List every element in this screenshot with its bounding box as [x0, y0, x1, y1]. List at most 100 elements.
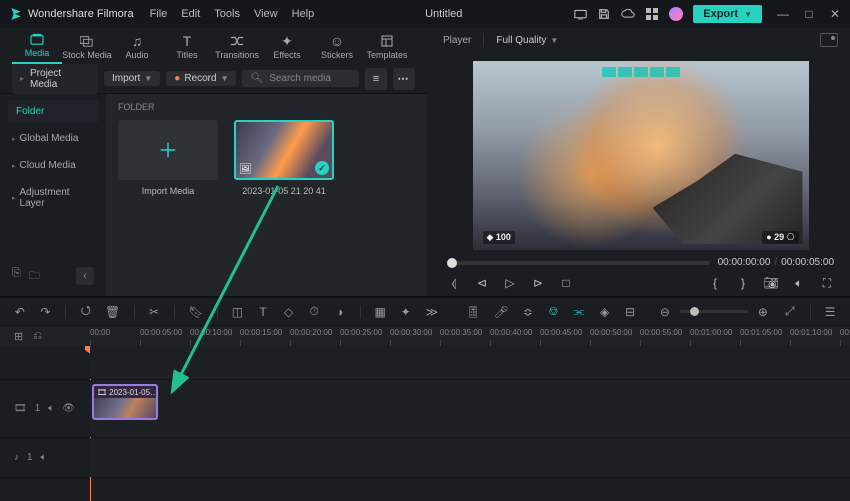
track-options-icon[interactable]: ⎌	[33, 330, 42, 343]
step-fwd-icon[interactable]: ⊳	[531, 276, 545, 291]
menu-help[interactable]: Help	[292, 8, 315, 20]
zoom-handle[interactable]	[690, 307, 699, 316]
title-actions	[573, 7, 683, 21]
fullscreen-icon[interactable]: ⛶	[820, 276, 834, 291]
export-button[interactable]: Export ▼	[693, 5, 762, 23]
marker-icon[interactable]: 🔖︎	[189, 305, 203, 319]
close-button[interactable]: ✕	[828, 7, 842, 21]
menu-view[interactable]: View	[254, 8, 278, 20]
timeline-clip[interactable]: 🎞︎2023-01-05…	[92, 384, 158, 420]
record-dropdown[interactable]: ●Record▼	[166, 71, 236, 86]
step-back-icon[interactable]: ⊲	[475, 276, 489, 291]
tab-templates[interactable]: Templates	[362, 34, 412, 64]
audio-sync-icon[interactable]: ≎	[522, 305, 534, 319]
tab-media[interactable]: Media	[12, 32, 62, 64]
pointer-icon[interactable]: ⭯	[80, 301, 92, 322]
app-logo-icon	[8, 6, 24, 22]
crop-icon[interactable]: ◫	[232, 305, 244, 319]
timeline-ruler[interactable]: ⊞ ⎌ 00:0000:00:05:0000:00:10:0000:00:15:…	[0, 326, 850, 346]
maximize-button[interactable]: □	[802, 7, 816, 21]
sidebar-cloud-media[interactable]: ▸Cloud Media	[8, 154, 98, 177]
grid-icon[interactable]	[645, 7, 659, 21]
play-icon[interactable]: ▷	[503, 276, 517, 291]
zoom-out-icon[interactable]: ⊖	[658, 305, 672, 319]
video-track-1: 🎞︎1 🔈︎ 👁︎ 🎞︎2023-01-05…	[0, 380, 850, 438]
menu-file[interactable]: File	[150, 8, 168, 20]
visibility-icon[interactable]: 👁︎	[62, 403, 75, 414]
menu-tools[interactable]: Tools	[214, 8, 240, 20]
menu-edit[interactable]: Edit	[181, 8, 200, 20]
avatar[interactable]	[669, 7, 683, 21]
save-icon[interactable]	[597, 7, 611, 21]
mark-in-icon[interactable]: {	[708, 276, 722, 291]
import-media-card[interactable]: Import Media	[118, 120, 218, 196]
link-icon[interactable]: ⫘	[573, 304, 585, 319]
new-bin-icon[interactable]: ⎘	[12, 267, 21, 286]
stop-icon[interactable]: □	[559, 276, 573, 291]
track-manage-icon[interactable]: ⊞	[14, 330, 23, 343]
more-button[interactable]: ⋯	[393, 68, 415, 90]
hud-right: ● 29 ⎔	[762, 231, 798, 244]
split-icon[interactable]: ✂︎	[148, 305, 160, 319]
media-grid: FOLDER Import Media 🖼 ✓	[106, 94, 427, 296]
video-frame[interactable]: ◆ 100 ● 29 ⎔	[473, 61, 809, 250]
arrow-tool-icon[interactable]: ≫	[426, 305, 439, 319]
effects-toggle-icon[interactable]: ✦	[400, 305, 412, 319]
render-icon[interactable]: ▦	[374, 305, 386, 319]
document-title: Untitled	[318, 8, 569, 20]
device-icon[interactable]	[573, 7, 587, 21]
sidebar-adjustment-layer[interactable]: ▸Adjustment Layer	[8, 181, 98, 215]
mixer-icon[interactable]: 🎚︎	[466, 305, 480, 319]
project-media-label[interactable]: ▸Project Media	[12, 64, 98, 94]
snapshot-icon[interactable]	[820, 33, 838, 47]
search-icon: 🔍︎	[250, 73, 263, 84]
new-folder-icon[interactable]: 🗀	[29, 267, 40, 286]
cloud-icon[interactable]	[621, 7, 635, 21]
video-track-body[interactable]: 🎞︎2023-01-05…	[90, 380, 850, 437]
tab-transitions[interactable]: Transitions	[212, 34, 262, 64]
camera-icon[interactable]: 📷︎	[764, 276, 778, 291]
speed-icon[interactable]: ⏱︎	[308, 304, 320, 319]
quality-dropdown[interactable]: Full Quality ▼	[496, 35, 558, 46]
delete-icon[interactable]: 🗑︎	[106, 305, 120, 319]
undo-icon[interactable]: ↶	[14, 305, 26, 319]
mark-out-icon[interactable]: }	[736, 276, 750, 291]
tab-effects[interactable]: ✦Effects	[262, 34, 312, 64]
tab-titles[interactable]: TTitles	[162, 34, 212, 64]
sidebar-folder[interactable]: Folder	[8, 100, 98, 123]
player-tab[interactable]: Player	[443, 35, 471, 46]
mute-icon[interactable]: 🔈︎	[41, 452, 47, 463]
media-clip[interactable]: 🖼 ✓ 2023-01-05 21 20 41	[234, 120, 334, 196]
keyframe-icon[interactable]: ◇	[283, 305, 295, 319]
sort-button[interactable]: ≡	[365, 68, 387, 90]
redo-icon[interactable]: ↷	[40, 305, 52, 319]
zoom-in-icon[interactable]: ⊕	[756, 305, 770, 319]
ruler-tick: 00:00:15:00	[240, 328, 282, 337]
collapse-icon[interactable]: ‹	[76, 267, 94, 285]
zoom-fit-icon[interactable]: ⤢	[784, 304, 796, 319]
tab-audio[interactable]: ♫Audio	[112, 34, 162, 64]
color-icon[interactable]: ◑	[334, 305, 346, 319]
adjust-icon[interactable]: ⊟	[624, 305, 636, 319]
tab-stickers[interactable]: ☺Stickers	[312, 34, 362, 64]
text-tool-icon[interactable]: T	[257, 305, 269, 319]
seek-bar[interactable]	[447, 261, 710, 265]
mute-icon[interactable]: 🔈︎	[48, 403, 54, 414]
seek-handle[interactable]	[447, 258, 457, 268]
marker2-icon[interactable]: ◈	[599, 305, 611, 319]
prev-frame-icon[interactable]: ⦉	[447, 276, 461, 291]
volume-icon[interactable]: 🔈︎	[792, 276, 806, 291]
import-dropdown[interactable]: Import▼	[104, 71, 160, 86]
sidebar-global-media[interactable]: ▸Global Media	[8, 127, 98, 150]
tab-stock-media[interactable]: Stock Media	[62, 34, 112, 64]
zoom-slider[interactable]	[680, 310, 748, 313]
magnet-icon[interactable]: ⎊	[548, 304, 560, 319]
titles-icon: T	[183, 34, 192, 48]
audio-track-body[interactable]	[90, 438, 850, 477]
import-media-label: Import Media	[142, 186, 195, 196]
voiceover-icon[interactable]: 🎤︎	[494, 305, 508, 319]
minimize-button[interactable]: ―	[776, 7, 790, 21]
transitions-icon	[230, 34, 244, 48]
track-view-icon[interactable]: ☰	[824, 305, 836, 319]
search-input[interactable]: 🔍︎Search media	[242, 70, 359, 87]
